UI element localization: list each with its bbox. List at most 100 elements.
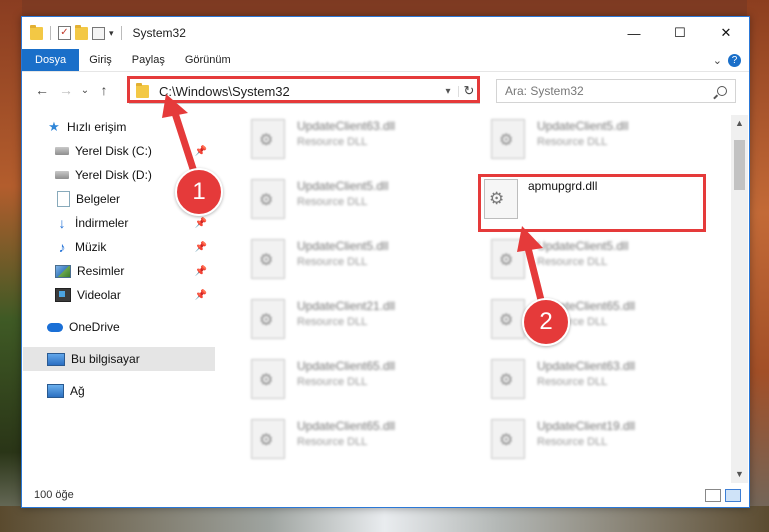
file-item[interactable]: UpdateClient63.dll Resource DLL <box>469 355 669 407</box>
step-badge-1: 1 <box>175 168 223 216</box>
large-icons-view-icon[interactable] <box>725 488 741 502</box>
file-item[interactable]: UpdateClient19.dll Resource DLL <box>469 415 669 467</box>
ribbon-expand-icon[interactable]: ⌄ <box>713 54 722 67</box>
documents-icon <box>57 191 70 207</box>
file-type: Resource DLL <box>537 256 608 268</box>
file-type: Resource DLL <box>297 376 368 388</box>
file-text: UpdateClient63.dll Resource DLL <box>297 119 395 167</box>
explorer-window: ✓ ▾ System32 — ☐ ✕ Dosya Giriş Paylaş Gö… <box>21 16 750 508</box>
title-bar: ✓ ▾ System32 — ☐ ✕ <box>22 17 749 49</box>
close-button[interactable]: ✕ <box>703 17 749 49</box>
properties-icon[interactable] <box>92 26 105 40</box>
scroll-down-icon[interactable]: ▼ <box>731 466 748 483</box>
sidebar-item-onedrive[interactable]: OneDrive <box>23 315 215 339</box>
divider <box>120 26 122 40</box>
tab-paylas[interactable]: Paylaş <box>122 49 175 71</box>
folder-icon[interactable] <box>30 24 43 40</box>
file-type: Resource DLL <box>297 196 368 208</box>
file-item[interactable]: UpdateClient21.dll Resource DLL <box>229 295 429 347</box>
tab-gorunum[interactable]: Görünüm <box>175 49 241 71</box>
sidebar-item-downloads[interactable]: ↓ İndirmeler 📌 <box>23 211 215 235</box>
file-type: Resource DLL <box>297 436 368 448</box>
forward-button[interactable]: → <box>54 82 78 98</box>
properties-check-icon[interactable]: ✓ <box>58 26 71 40</box>
file-name: UpdateClient5.dll <box>537 119 629 133</box>
disk-icon <box>55 147 69 155</box>
dll-file-icon <box>491 299 525 339</box>
file-name: UpdateClient63.dll <box>297 119 396 133</box>
file-item[interactable]: UpdateClient5.dll Resource DLL <box>229 175 429 227</box>
file-text: UpdateClient21.dll Resource DLL <box>297 299 395 347</box>
file-text: UpdateClient65.dll Resource DLL <box>297 419 395 467</box>
search-input[interactable]: Ara: System32 <box>496 79 736 103</box>
file-text: UpdateClient5.dll Resource DLL <box>537 239 628 287</box>
dll-file-icon <box>251 239 285 279</box>
desktop-background-right <box>747 0 769 532</box>
file-text: UpdateClient63.dll Resource DLL <box>537 359 635 407</box>
sidebar-item-videos[interactable]: Videolar 📌 <box>23 283 215 307</box>
dll-file-icon <box>251 119 285 159</box>
tab-giris[interactable]: Giriş <box>79 49 122 71</box>
file-name: UpdateClient5.dll <box>297 179 389 193</box>
file-name: UpdateClient65.dll <box>297 419 396 433</box>
music-icon: ♪ <box>58 239 66 255</box>
file-item[interactable]: UpdateClient65.dll Resource DLL <box>229 415 429 467</box>
file-type: Resource DLL <box>297 256 368 268</box>
maximize-button[interactable]: ☐ <box>657 17 703 49</box>
star-icon: ★ <box>48 119 60 134</box>
pictures-icon <box>55 264 71 278</box>
back-button[interactable]: ← <box>30 82 54 98</box>
sidebar-item-this-pc[interactable]: Bu bilgisayar <box>23 347 215 371</box>
file-name: UpdateClient65.dll <box>297 359 396 373</box>
item-count: 100 öğe <box>34 489 74 501</box>
file-text: UpdateClient19.dll Resource DLL <box>537 419 635 467</box>
file-item[interactable]: UpdateClient5.dll Resource DLL <box>229 235 429 287</box>
sidebar-item-label: Belgeler <box>76 192 121 206</box>
tab-dosya[interactable]: Dosya <box>22 49 80 71</box>
file-type: Resource DLL <box>537 136 608 148</box>
sidebar-item-music[interactable]: ♪ Müzik 📌 <box>23 235 215 259</box>
recent-locations-chevron-icon[interactable]: ⌄ <box>78 85 92 96</box>
file-type: Resource DLL <box>537 436 608 448</box>
scroll-up-icon[interactable]: ▲ <box>731 115 748 132</box>
file-type: Resource DLL <box>537 376 608 388</box>
help-icon[interactable]: ? <box>728 53 741 67</box>
scrollbar-thumb[interactable] <box>734 140 745 190</box>
file-text: UpdateClient5.dll Resource DLL <box>297 179 388 227</box>
file-item[interactable]: UpdateClient63.dll Resource DLL <box>229 115 429 167</box>
pin-icon: 📌 <box>194 265 207 277</box>
sidebar-item-quick-access[interactable]: ★ Hızlı erişim <box>23 115 215 139</box>
file-item[interactable]: UpdateClient5.dll Resource DLL <box>469 115 669 167</box>
dll-file-icon <box>491 239 525 279</box>
view-buttons <box>705 488 741 502</box>
sidebar-item-local-disk-c[interactable]: Yerel Disk (C:) 📌 <box>23 139 215 163</box>
onedrive-icon <box>47 322 63 332</box>
disk-icon <box>55 171 69 179</box>
details-view-icon[interactable] <box>705 488 721 502</box>
download-icon: ↓ <box>58 215 66 231</box>
file-item[interactable]: UpdateClient5.dll Resource DLL <box>469 235 669 287</box>
sidebar-item-label: Yerel Disk (D:) <box>75 168 152 182</box>
sidebar-item-network[interactable]: Ağ <box>23 379 215 403</box>
dll-file-icon <box>251 299 285 339</box>
minimize-button[interactable]: — <box>611 17 657 49</box>
sidebar-item-label: Videolar <box>77 288 121 302</box>
up-button[interactable]: ↑ <box>92 82 116 98</box>
customize-dropdown-icon[interactable]: ▾ <box>109 28 114 39</box>
file-list: UpdateClient63.dll Resource DLL UpdateCl… <box>219 115 731 475</box>
new-folder-icon[interactable] <box>75 24 88 40</box>
computer-icon <box>47 352 65 366</box>
window-controls: — ☐ ✕ <box>611 17 749 49</box>
vertical-scrollbar[interactable]: ▲ ▼ <box>731 115 748 483</box>
navigation-pane: ★ Hızlı erişim Yerel Disk (C:) 📌 Yerel D… <box>23 115 215 475</box>
dll-file-icon <box>251 359 285 399</box>
pin-icon: 📌 <box>194 145 207 157</box>
quick-access-toolbar: ✓ ▾ <box>22 24 125 40</box>
divider <box>50 26 51 40</box>
sidebar-item-pictures[interactable]: Resimler 📌 <box>23 259 215 283</box>
file-item[interactable]: UpdateClient65.dll Resource DLL <box>229 355 429 407</box>
pin-icon: 📌 <box>194 289 207 301</box>
search-icon[interactable] <box>717 86 727 96</box>
